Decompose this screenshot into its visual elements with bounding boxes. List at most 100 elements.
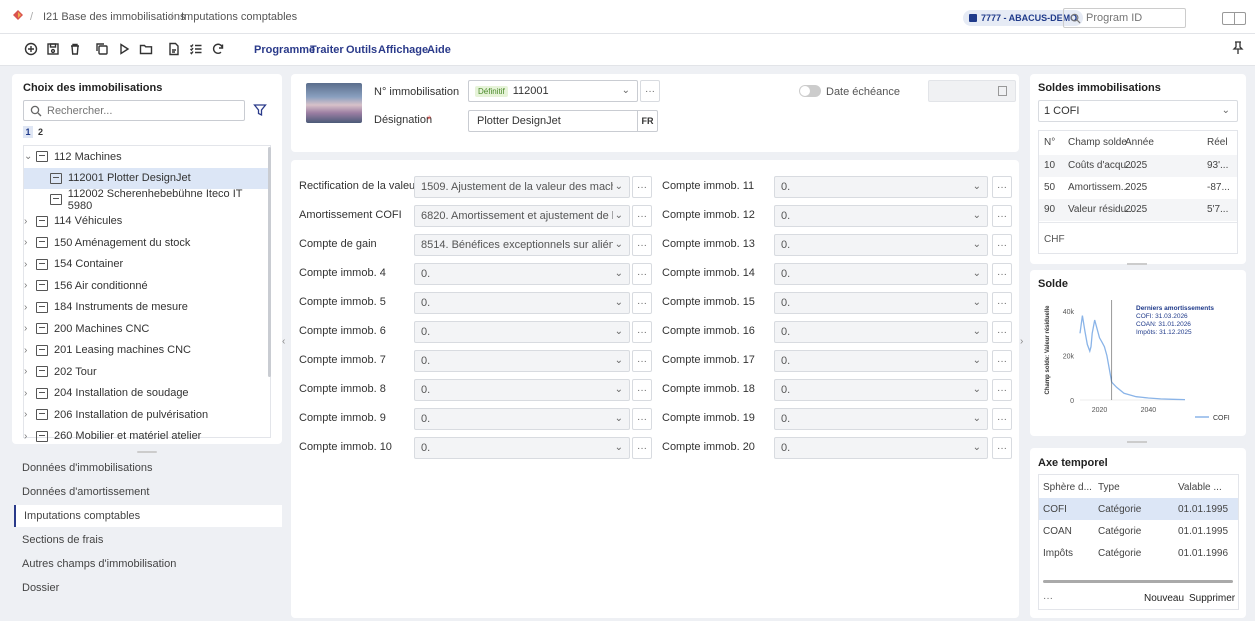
delete-button[interactable]: Supprimer [1189, 593, 1235, 604]
designation-field[interactable]: Plotter DesignJet FR [468, 110, 658, 132]
new-button[interactable]: Nouveau [1144, 593, 1184, 604]
chevron-right-icon[interactable]: › [24, 431, 36, 442]
tree-item[interactable]: › 154 Container [24, 254, 268, 275]
account-select[interactable]: 0. ⌄ [414, 350, 630, 372]
app-logo-icon[interactable] [12, 9, 24, 21]
menu-programme[interactable]: Programme [254, 44, 315, 56]
menu-traiter[interactable]: Traiter [310, 44, 344, 56]
save-icon[interactable] [45, 41, 61, 57]
chevron-right-icon[interactable]: › [24, 366, 36, 377]
account-select[interactable]: 0. ⌄ [774, 263, 988, 285]
tree-item[interactable]: › 202 Tour [24, 361, 268, 382]
account-select[interactable]: 0. ⌄ [414, 263, 630, 285]
account-select[interactable]: 0. ⌄ [414, 437, 630, 459]
chevron-down-icon[interactable]: ⌄ [615, 442, 623, 453]
tree-item[interactable]: › 200 Machines CNC [24, 318, 268, 339]
account-select[interactable]: 0. ⌄ [774, 234, 988, 256]
axe-more-button[interactable]: ··· [1043, 593, 1053, 604]
column-header[interactable]: Sphère d... [1043, 482, 1092, 493]
chevron-down-icon[interactable]: ⌄ [615, 326, 623, 337]
nav-item[interactable]: Sections de frais [14, 529, 282, 551]
chevron-down-icon[interactable]: ⌄ [615, 355, 623, 366]
tree-item[interactable]: › 204 Installation de soudage [24, 383, 268, 404]
account-more-button[interactable]: ··· [992, 379, 1012, 401]
chevron-down-icon[interactable]: ⌄ [973, 268, 981, 279]
column-header[interactable]: Année [1125, 137, 1154, 148]
chevron-down-icon[interactable]: ⌄ [973, 181, 981, 192]
resize-handle[interactable] [1127, 263, 1147, 265]
play-icon[interactable] [116, 41, 132, 57]
chevron-down-icon[interactable]: ⌄ [973, 413, 981, 424]
account-more-button[interactable]: ··· [992, 263, 1012, 285]
chevron-down-icon[interactable]: ⌄ [24, 151, 36, 162]
account-select[interactable]: 0. ⌄ [774, 408, 988, 430]
resize-handle[interactable] [137, 451, 157, 453]
level-2-button[interactable]: 2 [38, 126, 43, 138]
account-more-button[interactable]: ··· [992, 321, 1012, 343]
account-select[interactable]: 0. ⌄ [414, 408, 630, 430]
resize-handle[interactable] [1127, 441, 1147, 443]
account-more-button[interactable]: ··· [992, 408, 1012, 430]
nav-item[interactable]: Données d'amortissement [14, 481, 282, 503]
account-select[interactable]: 0. ⌄ [414, 379, 630, 401]
account-select[interactable]: 0. ⌄ [774, 379, 988, 401]
account-more-button[interactable]: ··· [632, 437, 652, 459]
account-select[interactable]: 0. ⌄ [774, 205, 988, 227]
chevron-down-icon[interactable]: ⌄ [615, 413, 623, 424]
folder-icon[interactable] [138, 41, 154, 57]
nav-item[interactable]: Imputations comptables [14, 505, 282, 527]
account-more-button[interactable]: ··· [992, 350, 1012, 372]
chevron-right-icon[interactable]: › [24, 259, 36, 270]
nav-item[interactable]: Données d'immobilisations [14, 457, 282, 479]
calendar-icon[interactable] [998, 86, 1007, 96]
breadcrumb-program[interactable]: I21 Base des immobilisations [43, 11, 185, 23]
menu-outils[interactable]: Outils [346, 44, 377, 56]
tree-item[interactable]: › 201 Leasing machines CNC [24, 340, 268, 361]
chevron-down-icon[interactable]: ⌄ [973, 442, 981, 453]
date-toggle[interactable] [799, 85, 821, 97]
account-more-button[interactable]: ··· [992, 234, 1012, 256]
account-more-button[interactable]: ··· [632, 263, 652, 285]
chevron-right-icon[interactable]: › [24, 345, 36, 356]
asset-search-field[interactable] [23, 100, 245, 121]
chevron-down-icon[interactable]: ⌄ [622, 85, 630, 96]
account-more-button[interactable]: ··· [632, 350, 652, 372]
account-select[interactable]: 0. ⌄ [774, 176, 988, 198]
chevron-down-icon[interactable]: ⌄ [973, 297, 981, 308]
account-select[interactable]: 0. ⌄ [774, 350, 988, 372]
add-icon[interactable] [23, 41, 39, 57]
account-select[interactable]: 8514. Bénéfices exceptionnels sur aliéna… [414, 234, 630, 256]
account-more-button[interactable]: ··· [992, 292, 1012, 314]
level-1-button[interactable]: 1 [23, 126, 33, 138]
nav-item[interactable]: Dossier [14, 577, 282, 599]
account-more-button[interactable]: ··· [632, 321, 652, 343]
chevron-down-icon[interactable]: ⌄ [615, 239, 623, 250]
column-header[interactable]: Valable ... [1178, 482, 1222, 493]
immo-number-field[interactable]: Définitif 112001 ⌄ [468, 80, 638, 102]
program-id-input[interactable] [1086, 12, 1176, 24]
tree-item[interactable]: › 184 Instruments de mesure [24, 297, 268, 318]
account-select[interactable]: 0. ⌄ [774, 321, 988, 343]
chevron-right-icon[interactable]: › [24, 237, 36, 248]
tree-item[interactable]: › 114 Véhicules [24, 211, 268, 232]
account-more-button[interactable]: ··· [632, 176, 652, 198]
chevron-down-icon[interactable]: ⌄ [973, 239, 981, 250]
filter-icon[interactable] [253, 103, 267, 117]
account-select[interactable]: 0. ⌄ [414, 292, 630, 314]
chevron-right-icon[interactable]: › [24, 388, 36, 399]
horizontal-scrollbar[interactable] [1043, 580, 1233, 583]
account-more-button[interactable]: ··· [992, 205, 1012, 227]
date-echeance-field[interactable] [928, 80, 1016, 102]
tree-item[interactable]: › 150 Aménagement du stock [24, 232, 268, 253]
copy-icon[interactable] [94, 41, 110, 57]
account-select[interactable]: 1509. Ajustement de la valeur des machin… [414, 176, 630, 198]
chevron-right-icon[interactable]: › [24, 302, 36, 313]
chevron-down-icon[interactable]: ⌄ [615, 210, 623, 221]
document-icon[interactable] [166, 41, 182, 57]
keyboard-shortcut-icon[interactable] [1222, 12, 1246, 25]
account-more-button[interactable]: ··· [632, 408, 652, 430]
account-more-button[interactable]: ··· [992, 437, 1012, 459]
nav-item[interactable]: Autres champs d'immobilisation [14, 553, 282, 575]
chevron-down-icon[interactable]: ⌄ [615, 268, 623, 279]
account-select[interactable]: 0. ⌄ [414, 321, 630, 343]
